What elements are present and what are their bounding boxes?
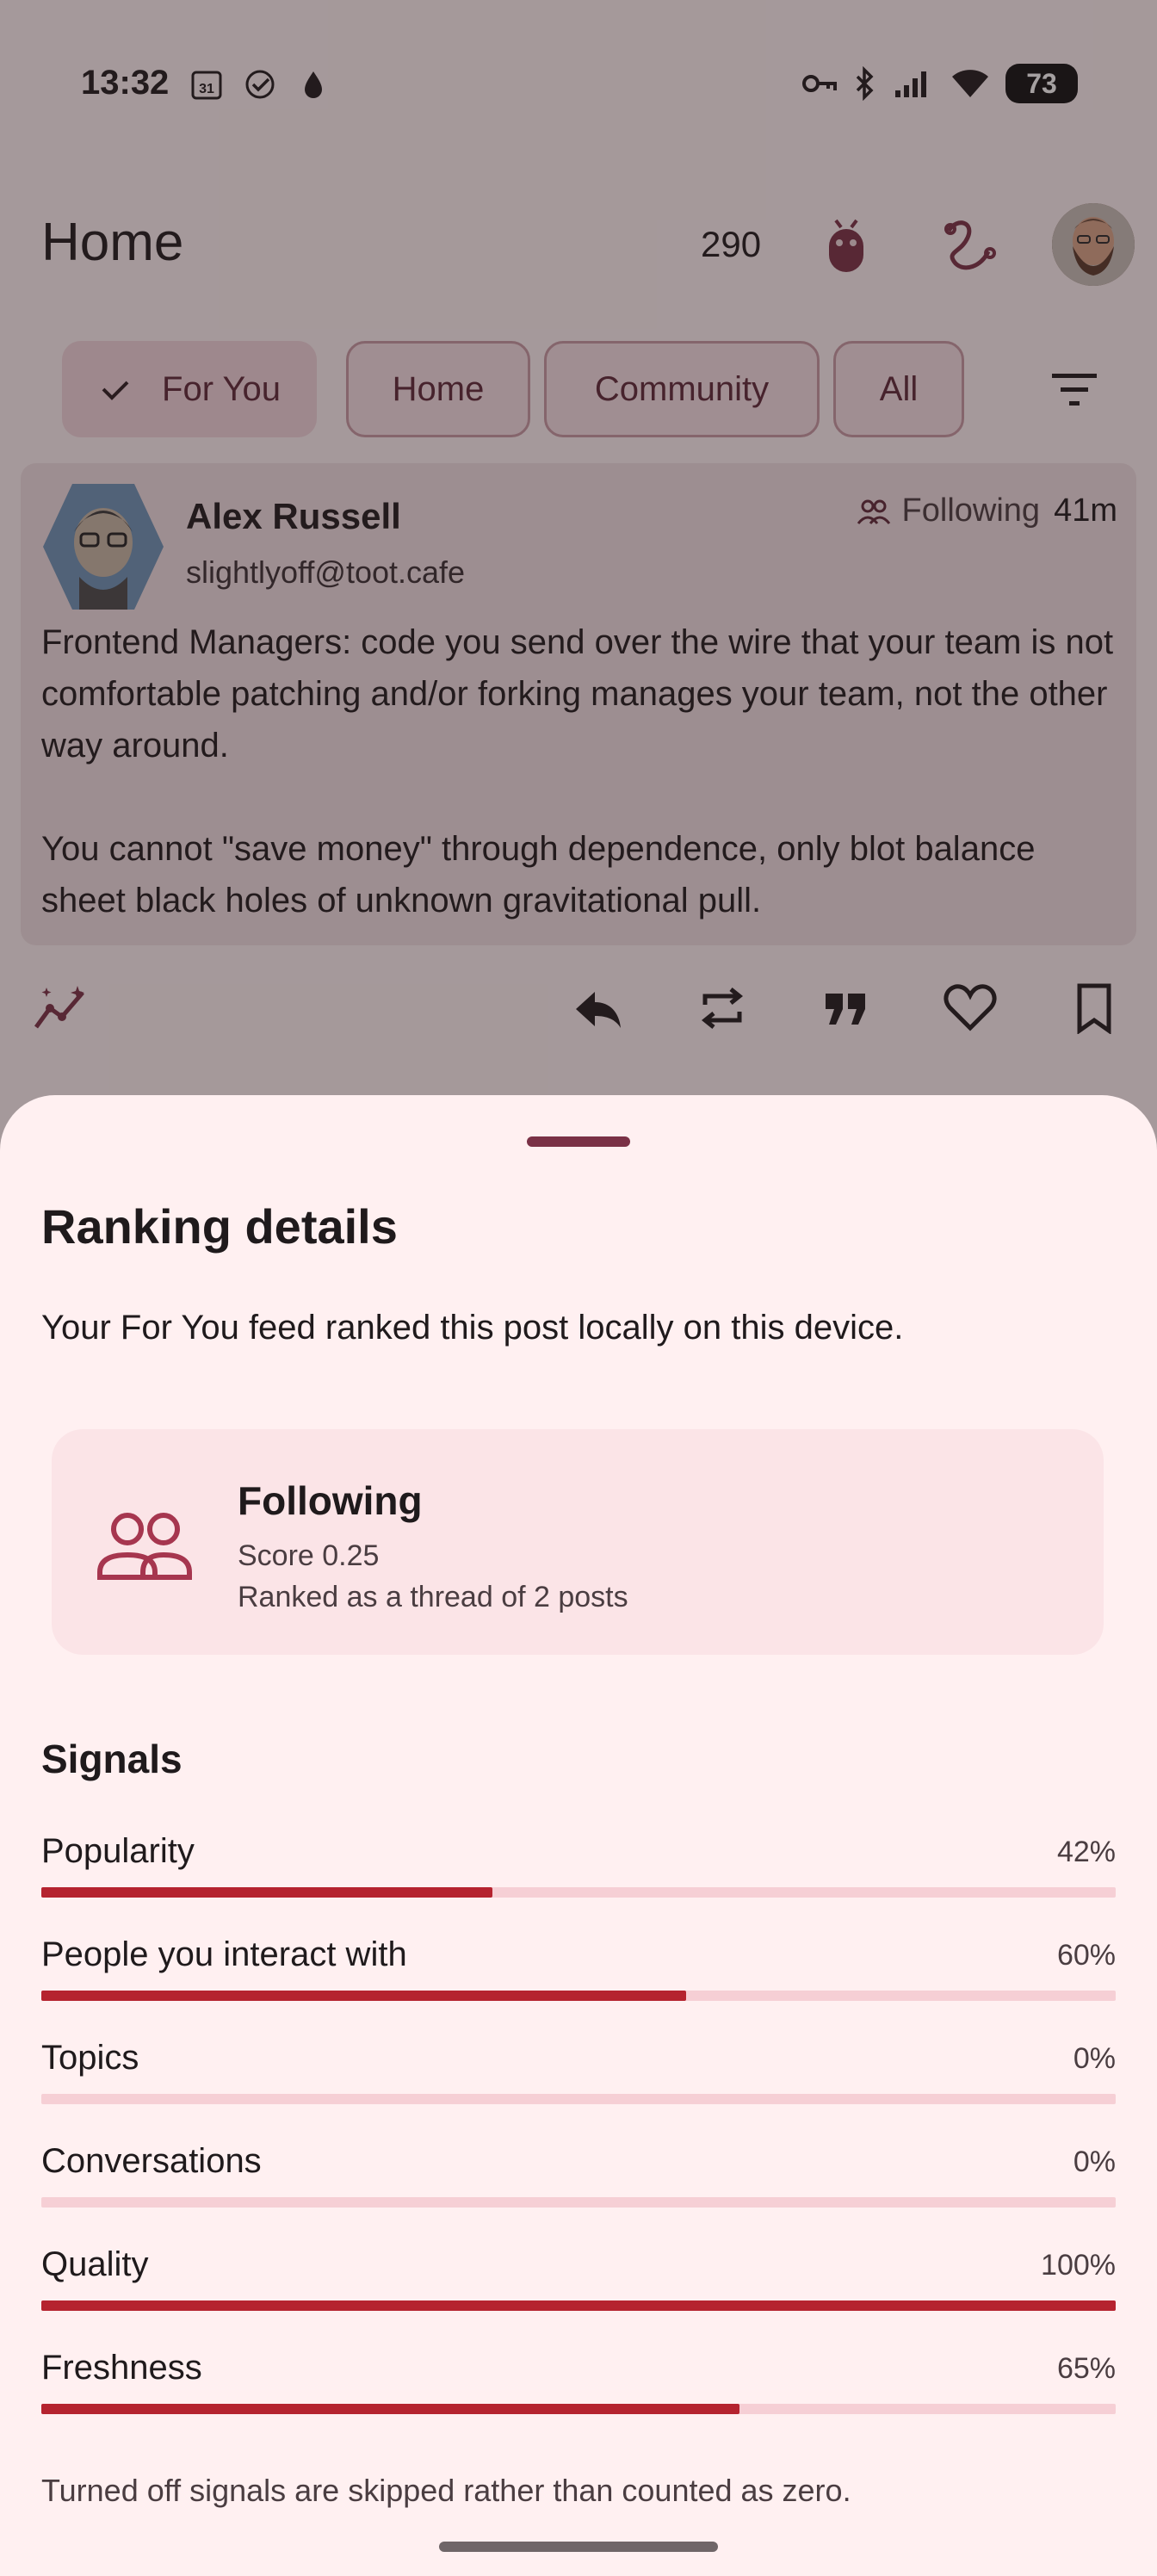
signal-label: Quality [41, 2245, 149, 2283]
signal-value: 65% [1056, 2352, 1116, 2385]
signal-label: Freshness [41, 2349, 202, 2387]
signal-progress-track [41, 2197, 1116, 2208]
signal-conversations: Conversations 0% [41, 2142, 1116, 2245]
footer-note: Turned off signals are skipped rather th… [41, 2473, 851, 2508]
signal-label: Topics [41, 2039, 139, 2077]
drag-handle[interactable] [527, 1136, 630, 1147]
screen: 13:32 31 73 Home 290 For You Home Commun… [0, 0, 1157, 2576]
signal-value: 0% [1073, 2146, 1116, 2178]
ranking-source-label: Following [238, 1478, 423, 1523]
signal-progress-track [41, 2300, 1116, 2311]
signals-list: Popularity 42% People you interact with … [41, 1832, 1116, 2452]
signal-quality: Quality 100% [41, 2245, 1116, 2349]
signal-topics: Topics 0% [41, 2039, 1116, 2142]
signal-progress-fill [41, 1991, 686, 2001]
signal-value: 42% [1056, 1836, 1116, 1868]
ranking-source-card: Following Score 0.25 Ranked as a thread … [52, 1429, 1104, 1655]
signal-progress-track [41, 2404, 1116, 2414]
signal-label: Popularity [41, 1832, 195, 1870]
signal-label: People you interact with [41, 1935, 407, 1973]
signal-freshness: Freshness 65% [41, 2349, 1116, 2452]
ranking-note: Ranked as a thread of 2 posts [238, 1581, 628, 1613]
signal-popularity: Popularity 42% [41, 1832, 1116, 1935]
ranking-score: Score 0.25 [238, 1539, 380, 1572]
following-icon [97, 1513, 192, 1580]
ranking-details-sheet: Ranking details Your For You feed ranked… [0, 1095, 1157, 2576]
signal-progress-fill [41, 2404, 740, 2414]
signal-value: 60% [1056, 1939, 1116, 1972]
signal-people-you-interact-with: People you interact with 60% [41, 1935, 1116, 2039]
signal-progress-track [41, 1991, 1116, 2001]
gesture-navigation-bar[interactable] [439, 2542, 718, 2552]
signal-progress-fill [41, 2300, 1116, 2311]
sheet-title: Ranking details [41, 1199, 398, 1254]
signal-progress-track [41, 1887, 1116, 1898]
signals-heading: Signals [41, 1737, 183, 1781]
signal-progress-track [41, 2094, 1116, 2104]
signal-value: 0% [1073, 2042, 1116, 2075]
signal-value: 100% [1041, 2249, 1116, 2282]
signal-label: Conversations [41, 2142, 262, 2180]
signal-progress-fill [41, 1887, 493, 1898]
sheet-subtitle: Your For You feed ranked this post local… [41, 1309, 904, 1347]
